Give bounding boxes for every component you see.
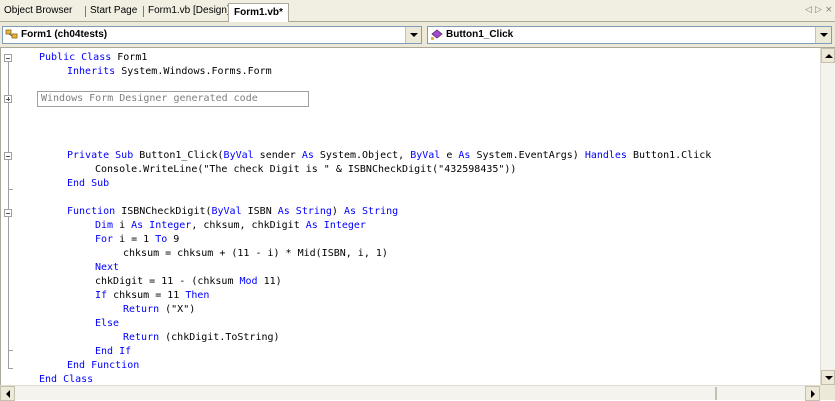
class-name-dropdown[interactable]: Form1 (ch04tests) <box>2 26 422 44</box>
code-line: Next <box>95 261 119 275</box>
keyword: As <box>458 150 471 161</box>
keyword: Else <box>95 318 120 329</box>
class-name-value: Form1 (ch04tests) <box>21 29 108 40</box>
keyword: Handles <box>584 150 627 161</box>
code-text: chksum = 11 <box>107 290 186 301</box>
keyword: End Function <box>67 360 140 371</box>
keyword: ByVal <box>410 150 441 161</box>
keyword: If <box>95 290 108 301</box>
scroll-up-icon[interactable] <box>821 48 835 63</box>
code-text: ISBN <box>241 206 278 217</box>
document-tab-strip: Object Browser Start Page Form1.vb [Desi… <box>0 0 835 22</box>
keyword: Dim <box>95 220 114 231</box>
keyword: Function <box>67 206 116 217</box>
code-navigation-bar: Form1 (ch04tests) Button1_Click <box>0 22 835 48</box>
tab-next-icon[interactable]: ▷ <box>815 5 822 15</box>
keyword: As String <box>277 206 332 217</box>
code-line: Private Sub Button1_Click(ByVal sender A… <box>67 149 711 163</box>
scrollbar-corner <box>820 385 835 400</box>
tab-object-browser[interactable]: Object Browser <box>4 5 72 21</box>
tab-form-code[interactable]: Form1.vb* <box>228 3 289 22</box>
scroll-right-icon[interactable] <box>805 386 820 401</box>
code-line: Inherits System.Windows.Forms.Form <box>67 65 272 79</box>
code-text: ISBNCheckDigit( <box>115 206 212 217</box>
method-icon <box>431 29 443 40</box>
code-text: , chksum, chkDigit <box>191 220 306 231</box>
code-line: Else <box>95 317 119 331</box>
code-text: (chkDigit.ToString) <box>159 332 280 343</box>
horizontal-scrollbar[interactable] <box>0 385 820 401</box>
code-line: Dim i As Integer, chksum, chkDigit As In… <box>95 219 366 233</box>
keyword: For <box>95 234 114 245</box>
method-name-dropdown[interactable]: Button1_Click <box>427 26 832 44</box>
close-icon[interactable]: × <box>825 5 833 15</box>
keyword: Public Class <box>39 52 112 63</box>
code-line: chksum = chksum + (11 - i) * Mid(ISBN, i… <box>123 248 388 259</box>
code-line: Function ISBNCheckDigit(ByVal ISBN As St… <box>67 205 398 219</box>
code-text: System.Object, <box>313 150 411 161</box>
keyword: As Integer <box>305 220 366 231</box>
tab-separator <box>85 6 86 17</box>
code-line: If chksum = 11 Then <box>95 289 209 303</box>
collapsed-region[interactable]: Windows Form Designer generated code <box>37 91 309 107</box>
code-line: Return ("X") <box>123 303 195 317</box>
scrollbar-splitter[interactable] <box>715 387 717 400</box>
code-text: chkDigit = 11 - (chksum <box>95 276 240 287</box>
code-text: ) <box>331 206 344 217</box>
code-line: Console.WriteLine("The check Digit is " … <box>95 164 517 175</box>
keyword: Return <box>123 304 160 315</box>
code-text: System.EventArgs) <box>470 150 585 161</box>
code-text: e <box>440 150 459 161</box>
code-text: Form1 <box>111 52 148 63</box>
keyword: ByVal <box>211 206 242 217</box>
chevron-down-icon[interactable] <box>405 27 421 43</box>
code-line: End Function <box>67 359 139 373</box>
code-text: sender <box>253 150 302 161</box>
code-text: i = 1 <box>113 234 156 245</box>
keyword: Mod <box>239 276 258 287</box>
code-text: Button1.Click <box>626 150 712 161</box>
tab-start-page[interactable]: Start Page <box>90 5 137 21</box>
keyword: To <box>155 234 168 245</box>
tab-form-designer[interactable]: Form1.vb [Design]* <box>148 5 234 21</box>
code-text: 11) <box>257 276 282 287</box>
code-text: 9 <box>167 234 180 245</box>
keyword: As Integer <box>131 220 192 231</box>
keyword: As String <box>343 206 399 217</box>
tab-prev-icon[interactable]: ◁ <box>805 5 812 15</box>
chevron-down-icon[interactable] <box>815 27 831 43</box>
keyword: Next <box>95 262 120 273</box>
code-line: End Class <box>39 373 93 385</box>
vertical-scrollbar[interactable] <box>820 48 835 385</box>
scroll-down-icon[interactable] <box>821 370 835 385</box>
keyword: Return <box>123 332 160 343</box>
code-line: End If <box>95 345 131 359</box>
class-icon <box>5 29 18 39</box>
code-text: ("X") <box>159 304 196 315</box>
tab-separator <box>143 6 144 17</box>
code-text: i <box>113 220 132 231</box>
keyword: End Class <box>39 374 94 385</box>
keyword: End Sub <box>67 178 110 189</box>
scroll-left-icon[interactable] <box>0 386 15 401</box>
keyword: ByVal <box>223 150 254 161</box>
code-text-area[interactable]: Public Class Form1 Inherits System.Windo… <box>1 48 821 385</box>
keyword: Then <box>185 290 210 301</box>
code-text: System.Windows.Forms.Form <box>115 66 272 77</box>
keyword: End If <box>95 346 132 357</box>
code-text: Button1_Click( <box>133 150 224 161</box>
code-line: End Sub <box>67 177 109 191</box>
code-line: Public Class Form1 <box>39 51 147 65</box>
keyword: Private Sub <box>67 150 134 161</box>
method-name-value: Button1_Click <box>446 29 514 40</box>
code-line: Return (chkDigit.ToString) <box>123 331 280 345</box>
keyword: As <box>301 150 314 161</box>
code-editor[interactable]: Public Class Form1 Inherits System.Windo… <box>0 48 820 385</box>
code-line: For i = 1 To 9 <box>95 233 179 247</box>
keyword: Inherits <box>67 66 116 77</box>
code-line: chkDigit = 11 - (chksum Mod 11) <box>95 275 282 289</box>
